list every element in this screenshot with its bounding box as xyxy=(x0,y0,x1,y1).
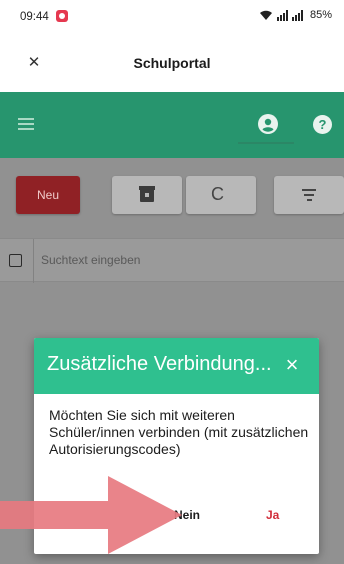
dialog-header: Zusätzliche Verbindung... × xyxy=(34,338,319,394)
dialog-close-icon[interactable]: × xyxy=(279,352,305,378)
app-header: ? xyxy=(0,92,344,158)
dialog-title: Zusätzliche Verbindung... xyxy=(47,353,272,375)
annotation-arrow-icon xyxy=(0,476,182,554)
status-bar: 09:44 85% xyxy=(0,0,344,36)
new-button[interactable]: Neu xyxy=(16,176,80,214)
account-circle-icon[interactable] xyxy=(258,114,278,134)
page-title: Schulportal xyxy=(133,55,211,71)
title-bar: ✕ Schulportal xyxy=(0,36,344,92)
yes-button[interactable]: Ja xyxy=(266,508,279,522)
select-all-checkbox[interactable] xyxy=(9,254,22,267)
status-indicators: 85% xyxy=(259,9,332,21)
status-time: 09:44 xyxy=(20,11,49,23)
search-row: Suchtext eingeben xyxy=(0,238,344,283)
archive-button[interactable] xyxy=(112,176,182,214)
menu-icon[interactable] xyxy=(18,118,34,130)
search-divider xyxy=(33,239,34,283)
battery-level: 85% xyxy=(309,9,332,21)
wifi-icon xyxy=(259,10,272,20)
filter-button[interactable] xyxy=(274,176,344,214)
filter-icon xyxy=(302,189,316,204)
archive-icon xyxy=(139,186,155,202)
refresh-button[interactable]: C xyxy=(186,176,256,214)
signal-icon xyxy=(276,9,288,21)
search-input[interactable]: Suchtext eingeben xyxy=(41,253,140,267)
refresh-icon: C xyxy=(211,184,224,204)
notification-icon xyxy=(56,10,68,22)
account-underline xyxy=(238,142,294,144)
dialog-message: Möchten Sie sich mit weiteren Schüler/in… xyxy=(49,407,309,457)
help-icon[interactable]: ? xyxy=(313,115,332,134)
signal-icon-2 xyxy=(291,9,303,21)
